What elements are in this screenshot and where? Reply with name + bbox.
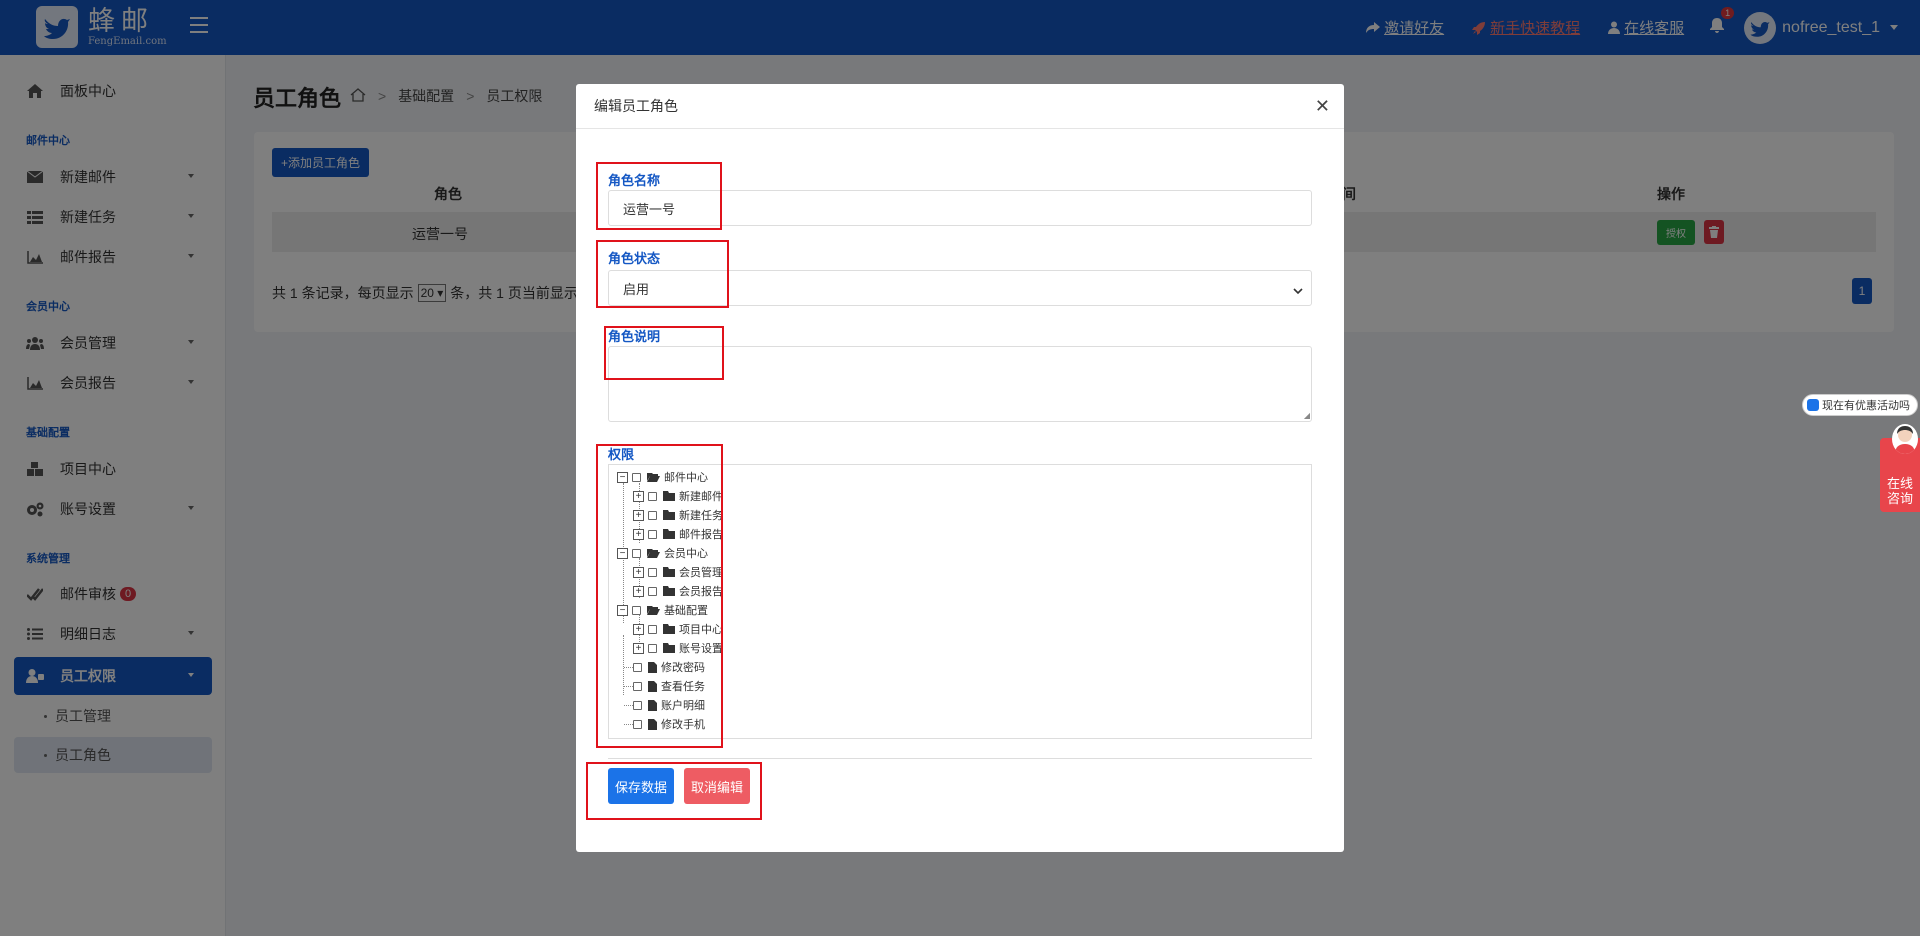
modal-header: 编辑员工角色: [576, 84, 1344, 129]
annotation-highlight: [586, 762, 762, 820]
annotation-highlight: [596, 240, 729, 308]
chevron-down-icon: [1293, 283, 1303, 298]
promo-chat-bubble[interactable]: 现在有优惠活动吗: [1802, 394, 1918, 416]
annotation-highlight: [596, 444, 723, 748]
close-icon[interactable]: ✕: [1315, 96, 1330, 117]
annotation-highlight: [596, 162, 722, 230]
chat-icon: [1807, 399, 1819, 411]
annotation-highlight: [604, 326, 724, 380]
agent-avatar: [1892, 424, 1918, 454]
divider: [608, 758, 1312, 759]
edit-role-modal: 编辑员工角色 ✕ 角色名称 运营一号 角色状态 启用 角色说明 ◢ 权限 − 邮件…: [576, 84, 1344, 852]
modal-title: 编辑员工角色: [594, 98, 678, 114]
resize-handle-icon: ◢: [1303, 411, 1310, 420]
